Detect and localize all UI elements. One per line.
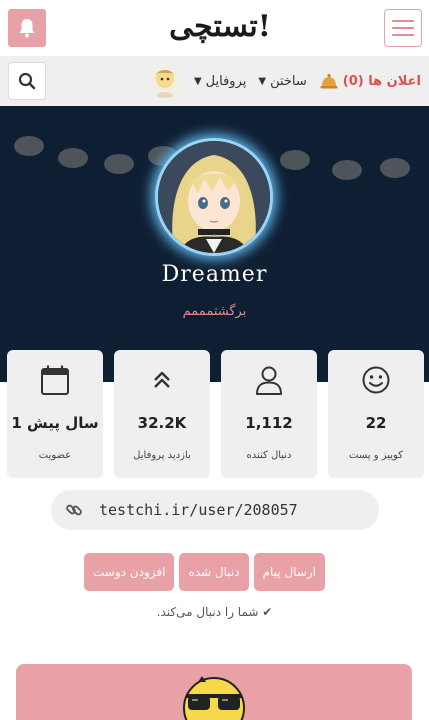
decorative-cloud [380,158,410,178]
stat-card-followers[interactable]: 1,112 دنبال کننده [221,350,317,478]
stat-card-membership[interactable]: 1 سال پیش عضویت [7,350,103,478]
decorative-cloud [280,150,310,170]
decorative-cloud [332,160,362,180]
decorative-cloud [58,148,88,168]
stat-value: 22 [365,414,387,432]
service-bell-icon [320,73,338,89]
nav-profile-label: پروفایل [205,73,247,89]
profile-hero: Dreamer برگشتمممم [0,106,429,382]
user-avatar[interactable] [147,64,182,98]
hamburger-icon [392,20,414,22]
profile-avatar[interactable] [155,138,273,256]
add-friend-button[interactable]: افزودن دوست [84,553,175,591]
follows-you-note: ✔ شما را دنبال می‌کند. [156,605,273,619]
nav-alerts-label: اعلان ها (0) [342,73,421,89]
profile-bio: برگشتمممم [182,304,247,319]
notifications-button[interactable] [8,9,46,47]
stat-label: عضویت [38,450,72,461]
stat-card-posts[interactable]: 22 کوییز و پست [328,350,424,478]
chevron-down-icon: ▼ [258,75,267,87]
send-message-button[interactable]: ارسال پیام [253,553,325,591]
bell-icon [19,19,35,38]
profile-url-field[interactable]: testchi.ir/user/208057 [51,490,379,530]
smile-icon [362,366,390,394]
stat-card-views[interactable]: 32.2K بازدید پروفایل [114,350,210,478]
cool-emoji-icon [183,676,245,720]
stat-value: 32.2K [137,414,187,432]
profile-username: Dreamer [161,262,268,287]
stat-label: دنبال کننده [246,450,292,461]
chevrons-up-icon [154,371,170,388]
search-icon [18,72,36,90]
profile-stats: 22 کوییز و پست 1,112 دنبال کننده 32.2K ب… [5,350,424,478]
decorative-cloud [14,136,44,156]
chevron-down-icon: ▼ [193,75,202,87]
nav-items: پروفایل ▼ ساختن ▼ اعلان ها (0) [147,56,421,106]
nav-create-label: ساختن [270,73,307,89]
nav-bar: پروفایل ▼ ساختن ▼ اعلان ها (0) [0,56,429,106]
site-logo[interactable]: تستچی! [160,6,280,46]
profile-actions: ارسال پیام دنبال شده افزودن دوست [84,553,325,591]
calendar-icon [41,365,69,395]
profile-url-text: testchi.ir/user/208057 [99,501,298,519]
stat-label: بازدید پروفایل [133,450,191,461]
stat-value: 1 سال پیش [11,414,99,432]
nav-create[interactable]: ساختن ▼ [258,74,306,89]
search-button[interactable] [8,62,46,100]
decorative-cloud [104,154,134,174]
user-icon [256,366,282,395]
stat-value: 1,112 [245,414,293,432]
nav-profile[interactable]: پروفایل ▼ [194,74,246,89]
menu-button[interactable] [384,9,422,47]
stat-label: کوییز و پست [349,450,403,461]
link-icon [66,504,82,516]
top-header: تستچی! [0,0,429,56]
nav-alerts[interactable]: اعلان ها (0) [319,71,421,91]
followed-button[interactable]: دنبال شده [179,553,249,591]
